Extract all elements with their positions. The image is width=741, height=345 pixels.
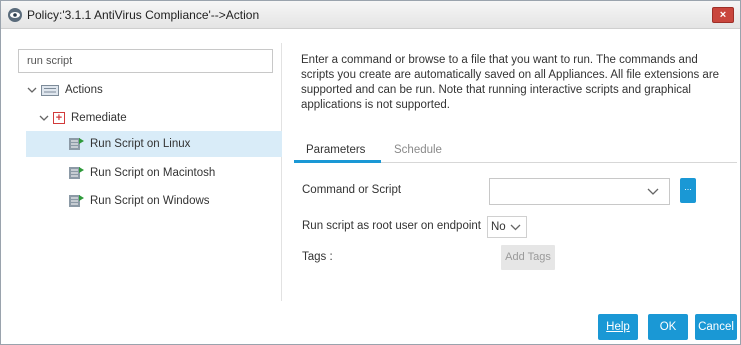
help-label: Help [606,321,630,333]
close-button[interactable]: × [712,7,734,23]
chevron-down-icon[interactable] [510,224,521,231]
script-icon [69,138,84,150]
tree-label-actions: Actions [65,84,103,96]
tags-label: Tags : [302,251,333,263]
tree-item-label: Run Script on Linux [90,138,191,150]
tree-node-actions[interactable]: Actions [27,77,103,103]
search-input[interactable] [18,49,273,73]
app-eye-icon [8,8,22,22]
root-user-value: No [491,221,506,233]
cancel-button[interactable]: Cancel [695,314,737,340]
tree-item-run-script-macintosh[interactable]: Run Script on Macintosh [26,160,282,186]
root-user-select[interactable]: No [487,216,527,238]
tree-label-remediate: Remediate [71,112,127,124]
tree-item-label: Run Script on Macintosh [90,167,216,179]
ok-button[interactable]: OK [648,314,688,340]
command-label: Command or Script [302,184,402,196]
plus-box-icon: + [53,112,65,124]
chevron-down-icon[interactable] [39,113,49,123]
dialog-window: Policy:'3.1.1 AntiVirus Compliance'-->Ac… [0,0,741,345]
tab-parameters[interactable]: Parameters [306,144,365,156]
tree-item-run-script-windows[interactable]: Run Script on Windows [26,188,282,214]
tab-schedule[interactable]: Schedule [394,144,442,156]
browse-button[interactable]: ... [680,178,696,203]
script-icon [69,167,84,179]
add-tags-button[interactable]: Add Tags [501,245,555,270]
script-icon [69,195,84,207]
tree-node-remediate[interactable]: + Remediate [39,105,127,131]
tree-item-label: Run Script on Windows [90,195,210,207]
command-select[interactable] [489,178,670,205]
window-title: Policy:'3.1.1 AntiVirus Compliance'-->Ac… [27,8,260,22]
chevron-down-icon[interactable] [647,188,659,196]
action-description: Enter a command or browse to a file that… [301,54,720,111]
tree-item-run-script-linux[interactable]: Run Script on Linux [26,131,282,157]
help-button[interactable]: Help [598,314,638,340]
list-icon [41,84,59,96]
active-tab-indicator [294,160,381,163]
chevron-down-icon[interactable] [27,85,37,95]
root-user-label: Run script as root user on endpoint [302,220,481,232]
title-bar: Policy:'3.1.1 AntiVirus Compliance'-->Ac… [1,1,740,29]
